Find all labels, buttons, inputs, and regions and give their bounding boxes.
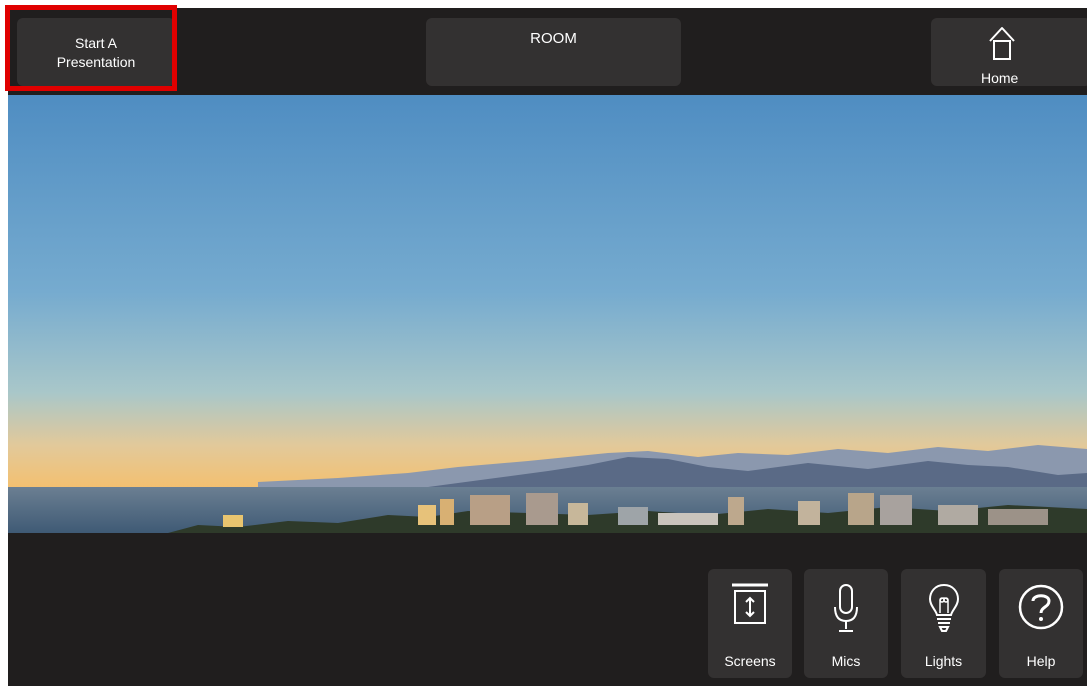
help-icon — [1018, 584, 1064, 630]
microphone-icon — [834, 584, 858, 632]
lightbulb-icon — [928, 583, 959, 632]
start-presentation-label-line2: Presentation — [56, 54, 136, 70]
start-presentation-label-line1: Start A — [74, 35, 118, 51]
screens-button[interactable]: Screens — [708, 569, 792, 678]
mics-label: Mics — [831, 653, 861, 669]
home-icon — [989, 27, 1015, 60]
help-label: Help — [1026, 653, 1056, 669]
room-button[interactable]: ROOM — [426, 18, 681, 86]
home-label: Home — [981, 70, 1019, 86]
screen-icon — [732, 583, 768, 624]
room-label: ROOM — [530, 30, 577, 47]
lights-label: Lights — [924, 653, 963, 669]
start-presentation-button[interactable]: Start A Presentation — [17, 18, 175, 86]
home-button[interactable]: Home — [931, 18, 1087, 86]
lights-button[interactable]: Lights — [901, 569, 986, 678]
help-button[interactable]: Help — [999, 569, 1083, 678]
control-panel: Start A Presentation ROOM Home Screens M… — [8, 8, 1087, 686]
mics-button[interactable]: Mics — [804, 569, 888, 678]
screens-label: Screens — [724, 653, 776, 669]
campus-landscape-image — [8, 95, 1087, 533]
